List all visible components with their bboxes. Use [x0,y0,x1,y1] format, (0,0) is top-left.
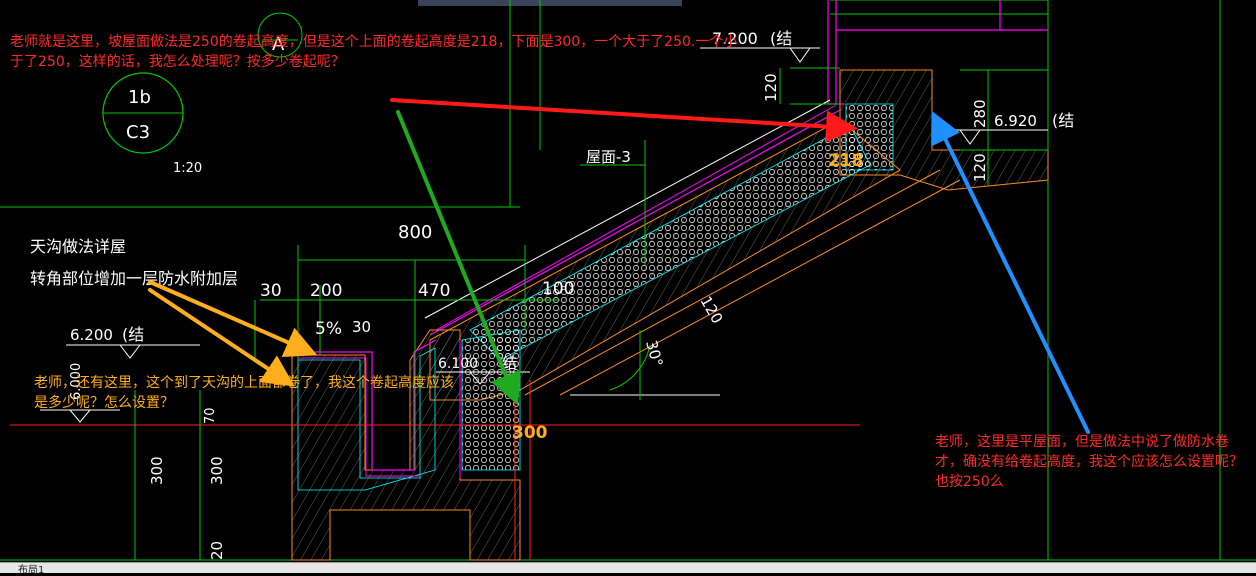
orange-arrow-lower [148,288,295,387]
gutter-title: 天沟做法详屋 [30,237,126,256]
gutter-note: 转角部位增加一层防水附加层 [30,269,238,288]
dim-800: 800 [398,222,432,243]
layout-tab-bar: 布局1 [0,561,1256,576]
dim-120-slope: 120 [697,293,727,327]
elev-6920: 6.920 [994,112,1037,130]
dim-200: 200 [310,281,342,301]
angle-label: 30° [642,338,666,368]
elev-7200-suffix: (结 [770,29,792,48]
annotation-right: 老师，这里是平屋面，但是做法中说了做防水卷才，确没有给卷起高度，我这个应该怎么设… [935,434,1243,490]
red-arrow [390,98,858,143]
scale-label: 1:20 [173,161,202,176]
section-index-circle: 1b C3 1:20 [102,72,202,176]
dim-20: 20 [208,541,226,560]
roof-label: 屋面-3 [586,148,631,166]
dim-100: 100 [542,279,574,299]
dim-300-left: 300 [148,456,166,485]
dim-120-top: 120 [762,73,780,102]
elev-6200-suffix: (结 [122,325,144,344]
value-218: 218 [828,151,864,171]
elev-6920-suffix: (结 [1052,111,1074,130]
dim-300-right: 300 [208,456,226,485]
section-circle-top: 1b [128,87,151,108]
value-300: 300 [512,423,548,443]
dim-280: 280 [971,99,989,128]
section-circle-bottom: C3 [126,122,150,143]
annotation-top-left: 老师就是这里，坡屋面做法是250的卷起高度，但是这个上面的卷起高度是218，下面… [10,34,738,70]
elev-6100: 6.100 [438,356,478,372]
gutter-body [291,329,521,561]
dim-470: 470 [418,281,450,301]
dim-slope-pct: 5% [315,319,342,339]
dim-30: 30 [260,281,282,301]
annotation-left-middle: 老师，还有这里，这个到了天沟的上面都卷了，我这个卷起高度应该是多少呢？怎么设置？ [34,375,454,411]
dim-120-right: 120 [971,153,989,182]
elev-6200: 6.200 [70,326,113,344]
layout-tab[interactable]: 布局1 [18,561,44,576]
dim-30b: 30 [352,318,371,336]
